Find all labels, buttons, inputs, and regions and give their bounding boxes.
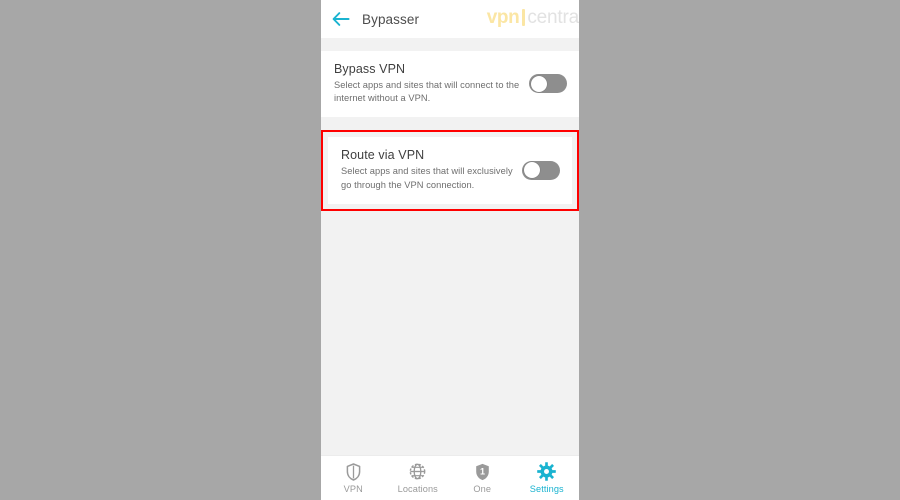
- nav-label: One: [473, 484, 492, 494]
- nav-item-vpn[interactable]: VPN: [321, 456, 386, 500]
- app-bar: Bypasser vpn central: [321, 0, 579, 38]
- highlight-box-route-via-vpn: Route via VPN Select apps and sites that…: [321, 130, 579, 211]
- setting-row-bypass-vpn[interactable]: Bypass VPN Select apps and sites that wi…: [321, 51, 579, 118]
- svg-text:1: 1: [480, 466, 485, 476]
- setting-title: Bypass VPN: [334, 62, 406, 76]
- nav-label: Settings: [529, 484, 564, 494]
- back-arrow-icon[interactable]: [331, 9, 351, 29]
- nav-label: Locations: [397, 484, 438, 494]
- setting-row-route-via-vpn[interactable]: Route via VPN Select apps and sites that…: [328, 137, 572, 204]
- toggle-knob: [523, 162, 540, 179]
- shield-one-badge-icon: 1: [475, 462, 490, 481]
- setting-description: Select apps and sites that will exclusiv…: [341, 166, 513, 190]
- shield-icon: [346, 462, 361, 481]
- settings-list: Bypass VPN Select apps and sites that wi…: [321, 38, 579, 455]
- nav-item-settings[interactable]: Settings: [515, 456, 580, 500]
- vpncentral-logo: vpn central: [487, 8, 579, 27]
- toggle-bypass-vpn[interactable]: [529, 74, 567, 94]
- logo-text-vpn: vpn: [486, 7, 520, 28]
- setting-title: Route via VPN: [341, 148, 425, 163]
- globe-icon: [409, 462, 426, 481]
- nav-label: VPN: [343, 484, 363, 494]
- toggle-route-via-vpn[interactable]: [522, 160, 560, 180]
- setting-description: Select apps and sites that will connect …: [334, 80, 520, 104]
- nav-item-one[interactable]: 1 One: [450, 456, 515, 500]
- bottom-navigation-bar: VPN Locations 1 One Settings: [321, 455, 579, 500]
- page-title: Bypasser: [362, 11, 420, 27]
- toggle-knob: [530, 75, 547, 92]
- nav-item-locations[interactable]: Locations: [386, 456, 451, 500]
- setting-text-bypass-vpn: Bypass VPN Select apps and sites that wi…: [334, 62, 529, 105]
- setting-text-route-via-vpn: Route via VPN Select apps and sites that…: [341, 148, 522, 191]
- phone-screen: Bypasser vpn central Bypass VPN Select a…: [321, 0, 579, 500]
- logo-text-central: central: [527, 7, 579, 28]
- logo-separator-icon: [521, 9, 525, 26]
- gear-icon: [537, 462, 557, 481]
